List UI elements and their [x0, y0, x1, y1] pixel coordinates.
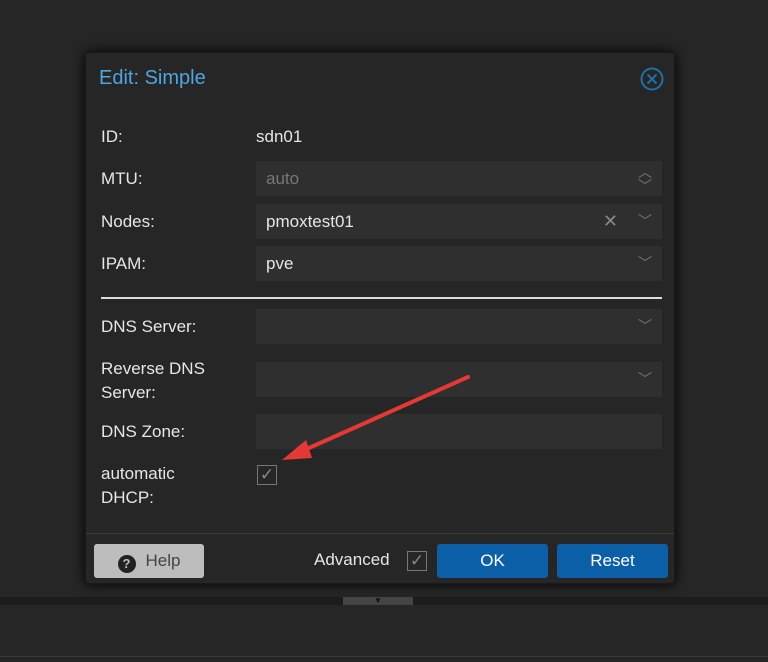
annotation-arrow [282, 375, 470, 460]
